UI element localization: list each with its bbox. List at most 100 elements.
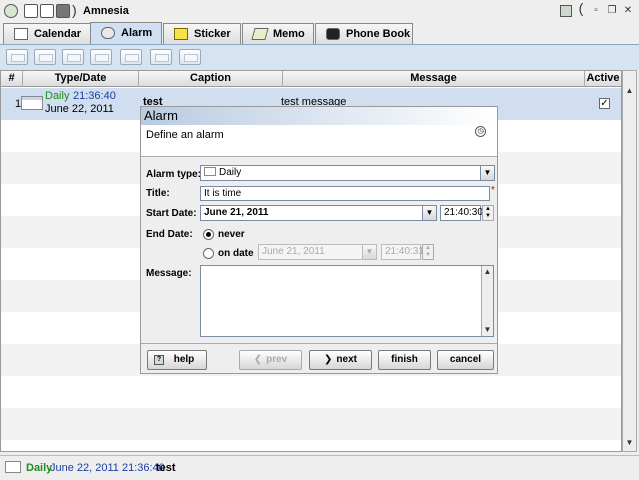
- column-header-type-date[interactable]: Type/Date: [23, 71, 139, 87]
- pin-icon[interactable]: ▫: [590, 5, 602, 17]
- app-title: Amnesia: [83, 5, 129, 17]
- status-datetime: June 22, 2011 21:36:40: [50, 462, 165, 474]
- tab-calendar[interactable]: Calendar: [3, 23, 91, 44]
- end-never-label[interactable]: never: [218, 229, 245, 240]
- column-header-caption[interactable]: Caption: [139, 71, 283, 87]
- titlebar-separator: ): [72, 2, 77, 18]
- dialog-subtitle: Define an alarm: [146, 129, 224, 141]
- month-view-icon[interactable]: [120, 49, 142, 65]
- tab-alarm[interactable]: Alarm: [90, 22, 162, 44]
- new-alarm-icon[interactable]: [6, 49, 28, 65]
- chevron-down-icon[interactable]: ▼: [422, 206, 436, 220]
- start-date-select[interactable]: June 21, 2011 ▼: [200, 205, 437, 221]
- message-label: Message:: [146, 268, 192, 279]
- next-button[interactable]: ❯ next: [309, 350, 372, 370]
- tab-memo[interactable]: Memo: [242, 23, 314, 44]
- next-label: next: [336, 354, 357, 365]
- phone-icon: [326, 28, 340, 40]
- row-time: 21:36:40: [73, 90, 116, 102]
- finish-button[interactable]: finish: [378, 350, 431, 370]
- message-scrollbar[interactable]: ▲ ▼: [481, 266, 493, 336]
- required-marker: *: [491, 185, 495, 196]
- app-titlebar: ) Amnesia ( ▫ ❐ ✕: [0, 0, 639, 22]
- spinner-arrows-icon[interactable]: ▲ ▼: [482, 205, 494, 221]
- tab-label: Alarm: [121, 27, 153, 39]
- tab-label: Memo: [273, 28, 305, 40]
- tab-label: Calendar: [34, 28, 82, 40]
- start-date-value: June 21, 2011: [204, 207, 269, 218]
- dialog-title: Alarm: [141, 107, 497, 125]
- calendar-small-icon[interactable]: [560, 5, 572, 17]
- restore-icon[interactable]: ❐: [606, 5, 618, 17]
- sticker-icon: [174, 28, 188, 40]
- end-date-label: End Date:: [146, 229, 193, 240]
- dialog-header: Alarm Define an alarm ◷: [141, 107, 497, 157]
- scroll-up-icon[interactable]: ▲: [482, 266, 493, 278]
- prev-button[interactable]: ❮ prev: [239, 350, 302, 370]
- memo-icon: [251, 28, 269, 40]
- end-date-select[interactable]: June 21, 2011 ▼: [258, 244, 377, 260]
- tab-label: Sticker: [194, 28, 231, 40]
- new-icon[interactable]: [24, 4, 38, 18]
- end-date-value: June 21, 2011: [262, 246, 325, 257]
- alarm-type-select[interactable]: Daily ▼: [200, 165, 495, 181]
- edit-icon[interactable]: [40, 4, 54, 18]
- scroll-up-icon[interactable]: ▲: [624, 85, 635, 97]
- end-time-spinner[interactable]: 21:40:31 ▲ ▼: [381, 244, 434, 260]
- trash-icon[interactable]: [56, 4, 70, 18]
- start-time-value: 21:40:30: [444, 207, 483, 218]
- calendar-icon: [5, 461, 21, 473]
- alarm-check-icon[interactable]: [150, 49, 172, 65]
- help-button[interactable]: ? help: [147, 350, 207, 370]
- row-date: June 22, 2011: [45, 103, 114, 115]
- table-scrollbar[interactable]: ▲ ▼: [622, 70, 637, 452]
- clock-icon: [101, 27, 115, 39]
- clock-icon: ◷: [475, 126, 486, 137]
- week-view-icon[interactable]: [90, 49, 112, 65]
- chevron-down-icon[interactable]: ▼: [480, 166, 494, 180]
- dialog-button-bar: ? help ❮ prev ❯ next finish cancel: [141, 343, 497, 373]
- chevron-right-icon: ❯: [324, 354, 333, 365]
- status-caption: test: [156, 462, 176, 474]
- title-field[interactable]: It is time: [200, 186, 490, 201]
- print-icon[interactable]: [179, 49, 201, 65]
- calendar-icon: [21, 96, 43, 110]
- row-type: Daily: [45, 90, 70, 102]
- alarm-type-label: Alarm type:: [146, 169, 202, 180]
- end-time-value: 21:40:31: [385, 246, 424, 257]
- column-header-number[interactable]: #: [1, 71, 23, 87]
- cancel-button[interactable]: cancel: [437, 350, 494, 370]
- main-tabs: Calendar Alarm Sticker Memo Phone Book: [0, 22, 639, 44]
- end-on-date-radio[interactable]: [203, 248, 214, 259]
- status-bar: Daily June 22, 2011 21:36:40 test: [0, 455, 639, 480]
- alarm-dialog: Alarm Define an alarm ◷ Alarm type: Dail…: [140, 106, 498, 374]
- tab-label: Phone Book: [346, 28, 411, 40]
- status-type: Daily: [26, 462, 53, 474]
- table-row: [1, 408, 621, 440]
- table-row: [1, 376, 621, 408]
- tab-sticker[interactable]: Sticker: [163, 23, 241, 44]
- spinner-arrows-icon[interactable]: ▲ ▼: [422, 244, 434, 260]
- end-never-radio[interactable]: [203, 229, 214, 240]
- start-date-label: Start Date:: [146, 208, 197, 219]
- close-icon[interactable]: ✕: [622, 5, 634, 17]
- scroll-down-icon[interactable]: ▼: [482, 324, 493, 336]
- app-logo-icon: [4, 4, 18, 18]
- column-header-active[interactable]: Active: [585, 71, 621, 87]
- tab-phone-book[interactable]: Phone Book: [315, 23, 413, 44]
- start-time-spinner[interactable]: 21:40:30 ▲ ▼: [440, 205, 494, 221]
- message-textarea[interactable]: ▲ ▼: [200, 265, 494, 337]
- titlebar-separator-right: (: [578, 0, 584, 16]
- calendar-icon: [204, 167, 216, 176]
- list-view-icon[interactable]: [62, 49, 84, 65]
- chevron-left-icon: ❮: [253, 354, 263, 365]
- edit-alarm-icon[interactable]: [34, 49, 56, 65]
- help-label: help: [173, 354, 195, 365]
- prev-label: prev: [266, 354, 288, 365]
- column-header-message[interactable]: Message: [283, 71, 585, 87]
- chevron-down-icon[interactable]: ▼: [362, 245, 376, 259]
- scroll-down-icon[interactable]: ▼: [624, 437, 635, 449]
- row-active-checkbox[interactable]: ✓: [599, 98, 610, 109]
- calendar-icon: [14, 28, 28, 40]
- end-on-date-label[interactable]: on date: [218, 248, 254, 259]
